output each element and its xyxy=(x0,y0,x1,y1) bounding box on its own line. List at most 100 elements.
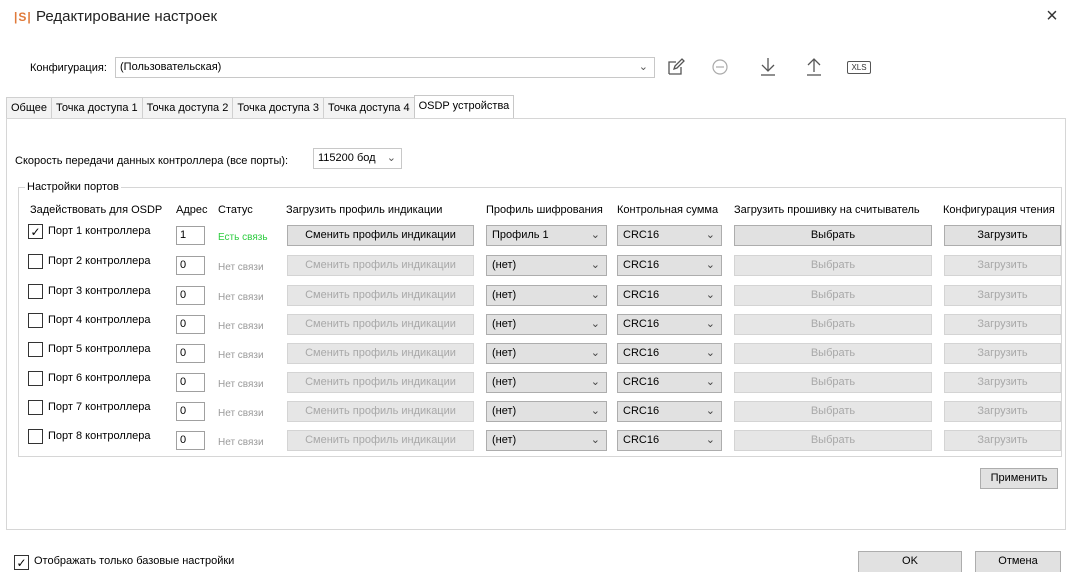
cancel-button[interactable]: Отмена xyxy=(975,551,1061,572)
port-enable-checkbox[interactable] xyxy=(28,371,43,386)
chevron-down-icon: ⌄ xyxy=(638,61,648,73)
load-read-config-button[interactable]: Загрузить xyxy=(944,285,1061,306)
select-firmware-button[interactable]: Выбрать xyxy=(734,401,932,422)
port-enable-checkbox[interactable] xyxy=(28,342,43,357)
select-firmware-button[interactable]: Выбрать xyxy=(734,255,932,276)
checkmark-icon: ✓ xyxy=(30,224,41,239)
encryption-select[interactable]: (нет) ⌄ xyxy=(486,372,607,393)
select-firmware-button[interactable]: Выбрать xyxy=(734,343,932,364)
select-firmware-button[interactable]: Выбрать xyxy=(734,285,932,306)
header-address: Адрес xyxy=(176,204,208,216)
port-enable-checkbox[interactable]: ✓ xyxy=(28,224,43,239)
chevron-down-icon: ⌄ xyxy=(590,434,600,446)
edit-icon[interactable] xyxy=(663,54,689,80)
port-address-input[interactable]: 0 xyxy=(176,373,205,392)
change-indication-button[interactable]: Сменить профиль индикации xyxy=(287,225,474,246)
tab-access-point-1[interactable]: Точка доступа 1 xyxy=(51,97,143,119)
port-label: Порт 4 контроллера xyxy=(48,314,151,326)
header-checksum: Контрольная сумма xyxy=(617,204,719,216)
ok-button[interactable]: OK xyxy=(858,551,962,572)
tab-access-point-4[interactable]: Точка доступа 4 xyxy=(322,97,415,119)
checksum-select[interactable]: CRC16 ⌄ xyxy=(617,401,722,422)
change-indication-button[interactable]: Сменить профиль индикации xyxy=(287,343,474,364)
encryption-select[interactable]: (нет) ⌄ xyxy=(486,343,607,364)
xls-icon[interactable]: XLS xyxy=(846,54,872,80)
speed-value: 115200 бод xyxy=(318,152,376,164)
checksum-value: CRC16 xyxy=(623,289,660,301)
remove-icon[interactable] xyxy=(707,54,733,80)
encryption-value: (нет) xyxy=(492,405,517,417)
encryption-value: (нет) xyxy=(492,434,517,446)
checksum-select[interactable]: CRC16 ⌄ xyxy=(617,225,722,246)
port-address-input[interactable]: 1 xyxy=(176,226,205,245)
port-address-input[interactable]: 0 xyxy=(176,286,205,305)
tab-osdp-devices[interactable]: OSDP устройства xyxy=(413,95,515,119)
port-status: Нет связи xyxy=(218,262,264,273)
header-status: Статус xyxy=(218,204,253,216)
change-indication-button[interactable]: Сменить профиль индикации xyxy=(287,401,474,422)
change-indication-button[interactable]: Сменить профиль индикации xyxy=(287,314,474,335)
encryption-value: Профиль 1 xyxy=(492,229,549,241)
change-indication-button[interactable]: Сменить профиль индикации xyxy=(287,430,474,451)
port-enable-checkbox[interactable] xyxy=(28,254,43,269)
port-status: Нет связи xyxy=(218,379,264,390)
port-address-input[interactable]: 0 xyxy=(176,402,205,421)
port-label: Порт 6 контроллера xyxy=(48,372,151,384)
load-read-config-button[interactable]: Загрузить xyxy=(944,401,1061,422)
apply-button[interactable]: Применить xyxy=(980,468,1058,489)
change-indication-button[interactable]: Сменить профиль индикации xyxy=(287,285,474,306)
chevron-down-icon: ⌄ xyxy=(590,259,600,271)
checksum-select[interactable]: CRC16 ⌄ xyxy=(617,372,722,393)
port-address-input[interactable]: 0 xyxy=(176,256,205,275)
encryption-select[interactable]: (нет) ⌄ xyxy=(486,401,607,422)
encryption-select[interactable]: (нет) ⌄ xyxy=(486,314,607,335)
load-read-config-button[interactable]: Загрузить xyxy=(944,343,1061,364)
checksum-select[interactable]: CRC16 ⌄ xyxy=(617,314,722,335)
checksum-select[interactable]: CRC16 ⌄ xyxy=(617,343,722,364)
chevron-down-icon: ⌄ xyxy=(386,152,396,164)
select-firmware-button[interactable]: Выбрать xyxy=(734,225,932,246)
window-title: Редактирование настроек xyxy=(36,8,218,25)
port-enable-checkbox[interactable] xyxy=(28,429,43,444)
encryption-select[interactable]: (нет) ⌄ xyxy=(486,285,607,306)
encryption-select[interactable]: Профиль 1 ⌄ xyxy=(486,225,607,246)
select-firmware-button[interactable]: Выбрать xyxy=(734,372,932,393)
select-firmware-button[interactable]: Выбрать xyxy=(734,430,932,451)
change-indication-button[interactable]: Сменить профиль индикации xyxy=(287,372,474,393)
port-label: Порт 8 контроллера xyxy=(48,430,151,442)
port-enable-checkbox[interactable] xyxy=(28,313,43,328)
base-only-checkbox[interactable]: ✓ xyxy=(14,555,29,570)
load-read-config-button[interactable]: Загрузить xyxy=(944,430,1061,451)
load-read-config-button[interactable]: Загрузить xyxy=(944,255,1061,276)
checksum-value: CRC16 xyxy=(623,376,660,388)
load-read-config-button[interactable]: Загрузить xyxy=(944,314,1061,335)
port-enable-checkbox[interactable] xyxy=(28,284,43,299)
port-status: Нет связи xyxy=(218,292,264,303)
chevron-down-icon: ⌄ xyxy=(705,289,715,301)
checksum-select[interactable]: CRC16 ⌄ xyxy=(617,285,722,306)
close-icon[interactable]: × xyxy=(1040,4,1064,28)
checksum-value: CRC16 xyxy=(623,347,660,359)
tab-access-point-2[interactable]: Точка доступа 2 xyxy=(141,97,234,119)
header-indication: Загрузить профиль индикации xyxy=(286,204,443,216)
speed-select[interactable]: 115200 бод ⌄ xyxy=(313,148,402,169)
download-icon[interactable] xyxy=(755,54,781,80)
port-address-input[interactable]: 0 xyxy=(176,431,205,450)
change-indication-button[interactable]: Сменить профиль индикации xyxy=(287,255,474,276)
load-read-config-button[interactable]: Загрузить xyxy=(944,372,1061,393)
configuration-value: (Пользовательская) xyxy=(120,61,222,73)
load-read-config-button[interactable]: Загрузить xyxy=(944,225,1061,246)
checksum-select[interactable]: CRC16 ⌄ xyxy=(617,255,722,276)
port-address-input[interactable]: 0 xyxy=(176,315,205,334)
chevron-down-icon: ⌄ xyxy=(590,318,600,330)
tab-general[interactable]: Общее xyxy=(6,97,53,119)
configuration-select[interactable]: (Пользовательская) ⌄ xyxy=(115,57,655,78)
upload-icon[interactable] xyxy=(801,54,827,80)
select-firmware-button[interactable]: Выбрать xyxy=(734,314,932,335)
port-address-input[interactable]: 0 xyxy=(176,344,205,363)
encryption-select[interactable]: (нет) ⌄ xyxy=(486,255,607,276)
encryption-select[interactable]: (нет) ⌄ xyxy=(486,430,607,451)
tab-access-point-3[interactable]: Точка доступа 3 xyxy=(232,97,324,119)
port-enable-checkbox[interactable] xyxy=(28,400,43,415)
checksum-select[interactable]: CRC16 ⌄ xyxy=(617,430,722,451)
